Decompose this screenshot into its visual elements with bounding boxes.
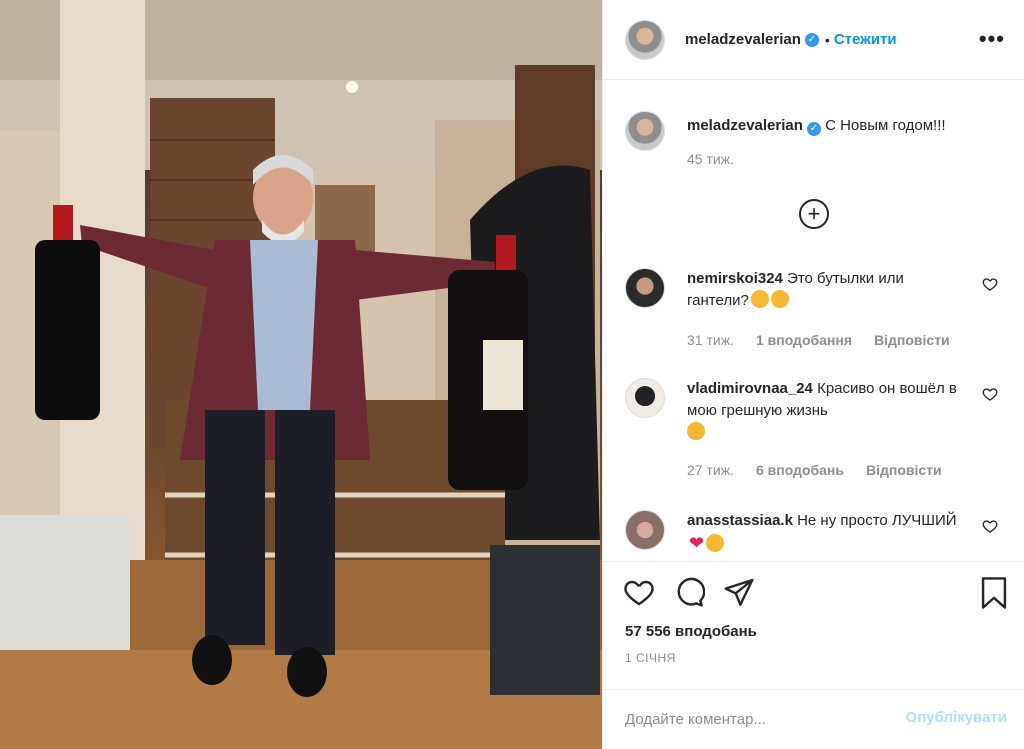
- author-avatar[interactable]: [625, 19, 665, 60]
- photo-illustration: [0, 0, 602, 749]
- comment-like-heart-icon[interactable]: [982, 386, 998, 402]
- load-more-comments-button[interactable]: +: [799, 199, 829, 229]
- caption-time[interactable]: 45 тиж.: [687, 151, 734, 167]
- comment-time[interactable]: 27 тиж.: [687, 462, 734, 478]
- like-heart-icon[interactable]: [623, 576, 655, 608]
- post-side-panel: meladzevalerian ✓ • Стежити ••• meladzev…: [602, 0, 1024, 749]
- comment-text: vladimirovnaa_24 Красиво он вошёл в мою …: [687, 378, 967, 444]
- verified-badge-icon: ✓: [804, 32, 819, 47]
- share-paper-plane-icon[interactable]: [723, 576, 755, 608]
- author-username[interactable]: meladzevalerian: [685, 31, 801, 48]
- comment-likes[interactable]: 6 вподобань: [756, 462, 844, 478]
- red-heart-emoji-icon: ❤: [689, 533, 705, 553]
- comment-meta: 31 тиж. 1 вподобання Відповісти: [687, 332, 950, 348]
- post-header: meladzevalerian ✓ • Стежити •••: [603, 0, 1024, 80]
- save-bookmark-icon[interactable]: [979, 576, 1009, 610]
- commenter-avatar[interactable]: [625, 268, 665, 308]
- reply-button[interactable]: Відповісти: [866, 462, 942, 478]
- verified-badge-icon: ✓: [806, 122, 821, 136]
- commenter-username[interactable]: anasstassiaa.k: [687, 512, 793, 529]
- comment-likes[interactable]: 1 вподобання: [756, 332, 852, 348]
- post-photo[interactable]: [0, 0, 602, 749]
- caption-avatar[interactable]: [625, 111, 665, 151]
- commenter-avatar[interactable]: [625, 510, 665, 550]
- caption-text: meladzevalerian ✓ С Новым годом!!!: [687, 115, 1007, 137]
- comment-item: nemirskoi324 Это бутылки или гантели? 31…: [625, 268, 1010, 348]
- comment-body: Не ну просто ЛУЧШИЙ: [797, 512, 957, 529]
- commenter-username[interactable]: vladimirovnaa_24: [687, 380, 813, 397]
- more-options-icon[interactable]: •••: [979, 26, 1005, 52]
- comments-list[interactable]: meladzevalerian ✓ С Новым годом!!! 45 тиж…: [603, 81, 1024, 561]
- comment-like-heart-icon[interactable]: [982, 276, 998, 292]
- caption-username[interactable]: meladzevalerian: [687, 117, 803, 134]
- laughing-emoji-icon: [687, 422, 705, 440]
- action-icons-row: [623, 576, 755, 608]
- follow-button[interactable]: Стежити: [834, 31, 897, 48]
- astonished-emoji-icon: [750, 290, 769, 308]
- comment-bubble-icon[interactable]: [673, 576, 705, 608]
- comment-input[interactable]: [625, 711, 885, 728]
- add-comment-bar: Опублікувати: [603, 689, 1024, 749]
- comment-meta: 27 тиж. 6 вподобань Відповісти: [687, 462, 942, 478]
- post-date[interactable]: 1 СІЧНЯ: [625, 651, 676, 665]
- comment-text: anasstassiaa.k Не ну просто ЛУЧШИЙ ❤: [687, 510, 967, 556]
- comment-like-heart-icon[interactable]: [982, 518, 998, 534]
- likes-count[interactable]: 57 556 вподобань: [625, 623, 757, 640]
- comment-text: nemirskoi324 Это бутылки или гантели?: [687, 268, 967, 312]
- comment-item: anasstassiaa.k Не ну просто ЛУЧШИЙ ❤: [625, 510, 1010, 561]
- separator-dot: •: [824, 31, 830, 48]
- publish-button[interactable]: Опублікувати: [906, 709, 1007, 726]
- commenter-avatar[interactable]: [625, 378, 665, 418]
- comment-item: vladimirovnaa_24 Красиво он вошёл в мою …: [625, 378, 1010, 478]
- reply-button[interactable]: Відповісти: [874, 332, 950, 348]
- laughing-emoji-icon: [770, 290, 789, 308]
- heart-eyes-emoji-icon: [706, 534, 725, 552]
- post-actions: 57 556 вподобань 1 СІЧНЯ: [603, 561, 1024, 689]
- caption-body: С Новым годом!!!: [825, 117, 946, 134]
- commenter-username[interactable]: nemirskoi324: [687, 270, 783, 287]
- comment-time[interactable]: 31 тиж.: [687, 332, 734, 348]
